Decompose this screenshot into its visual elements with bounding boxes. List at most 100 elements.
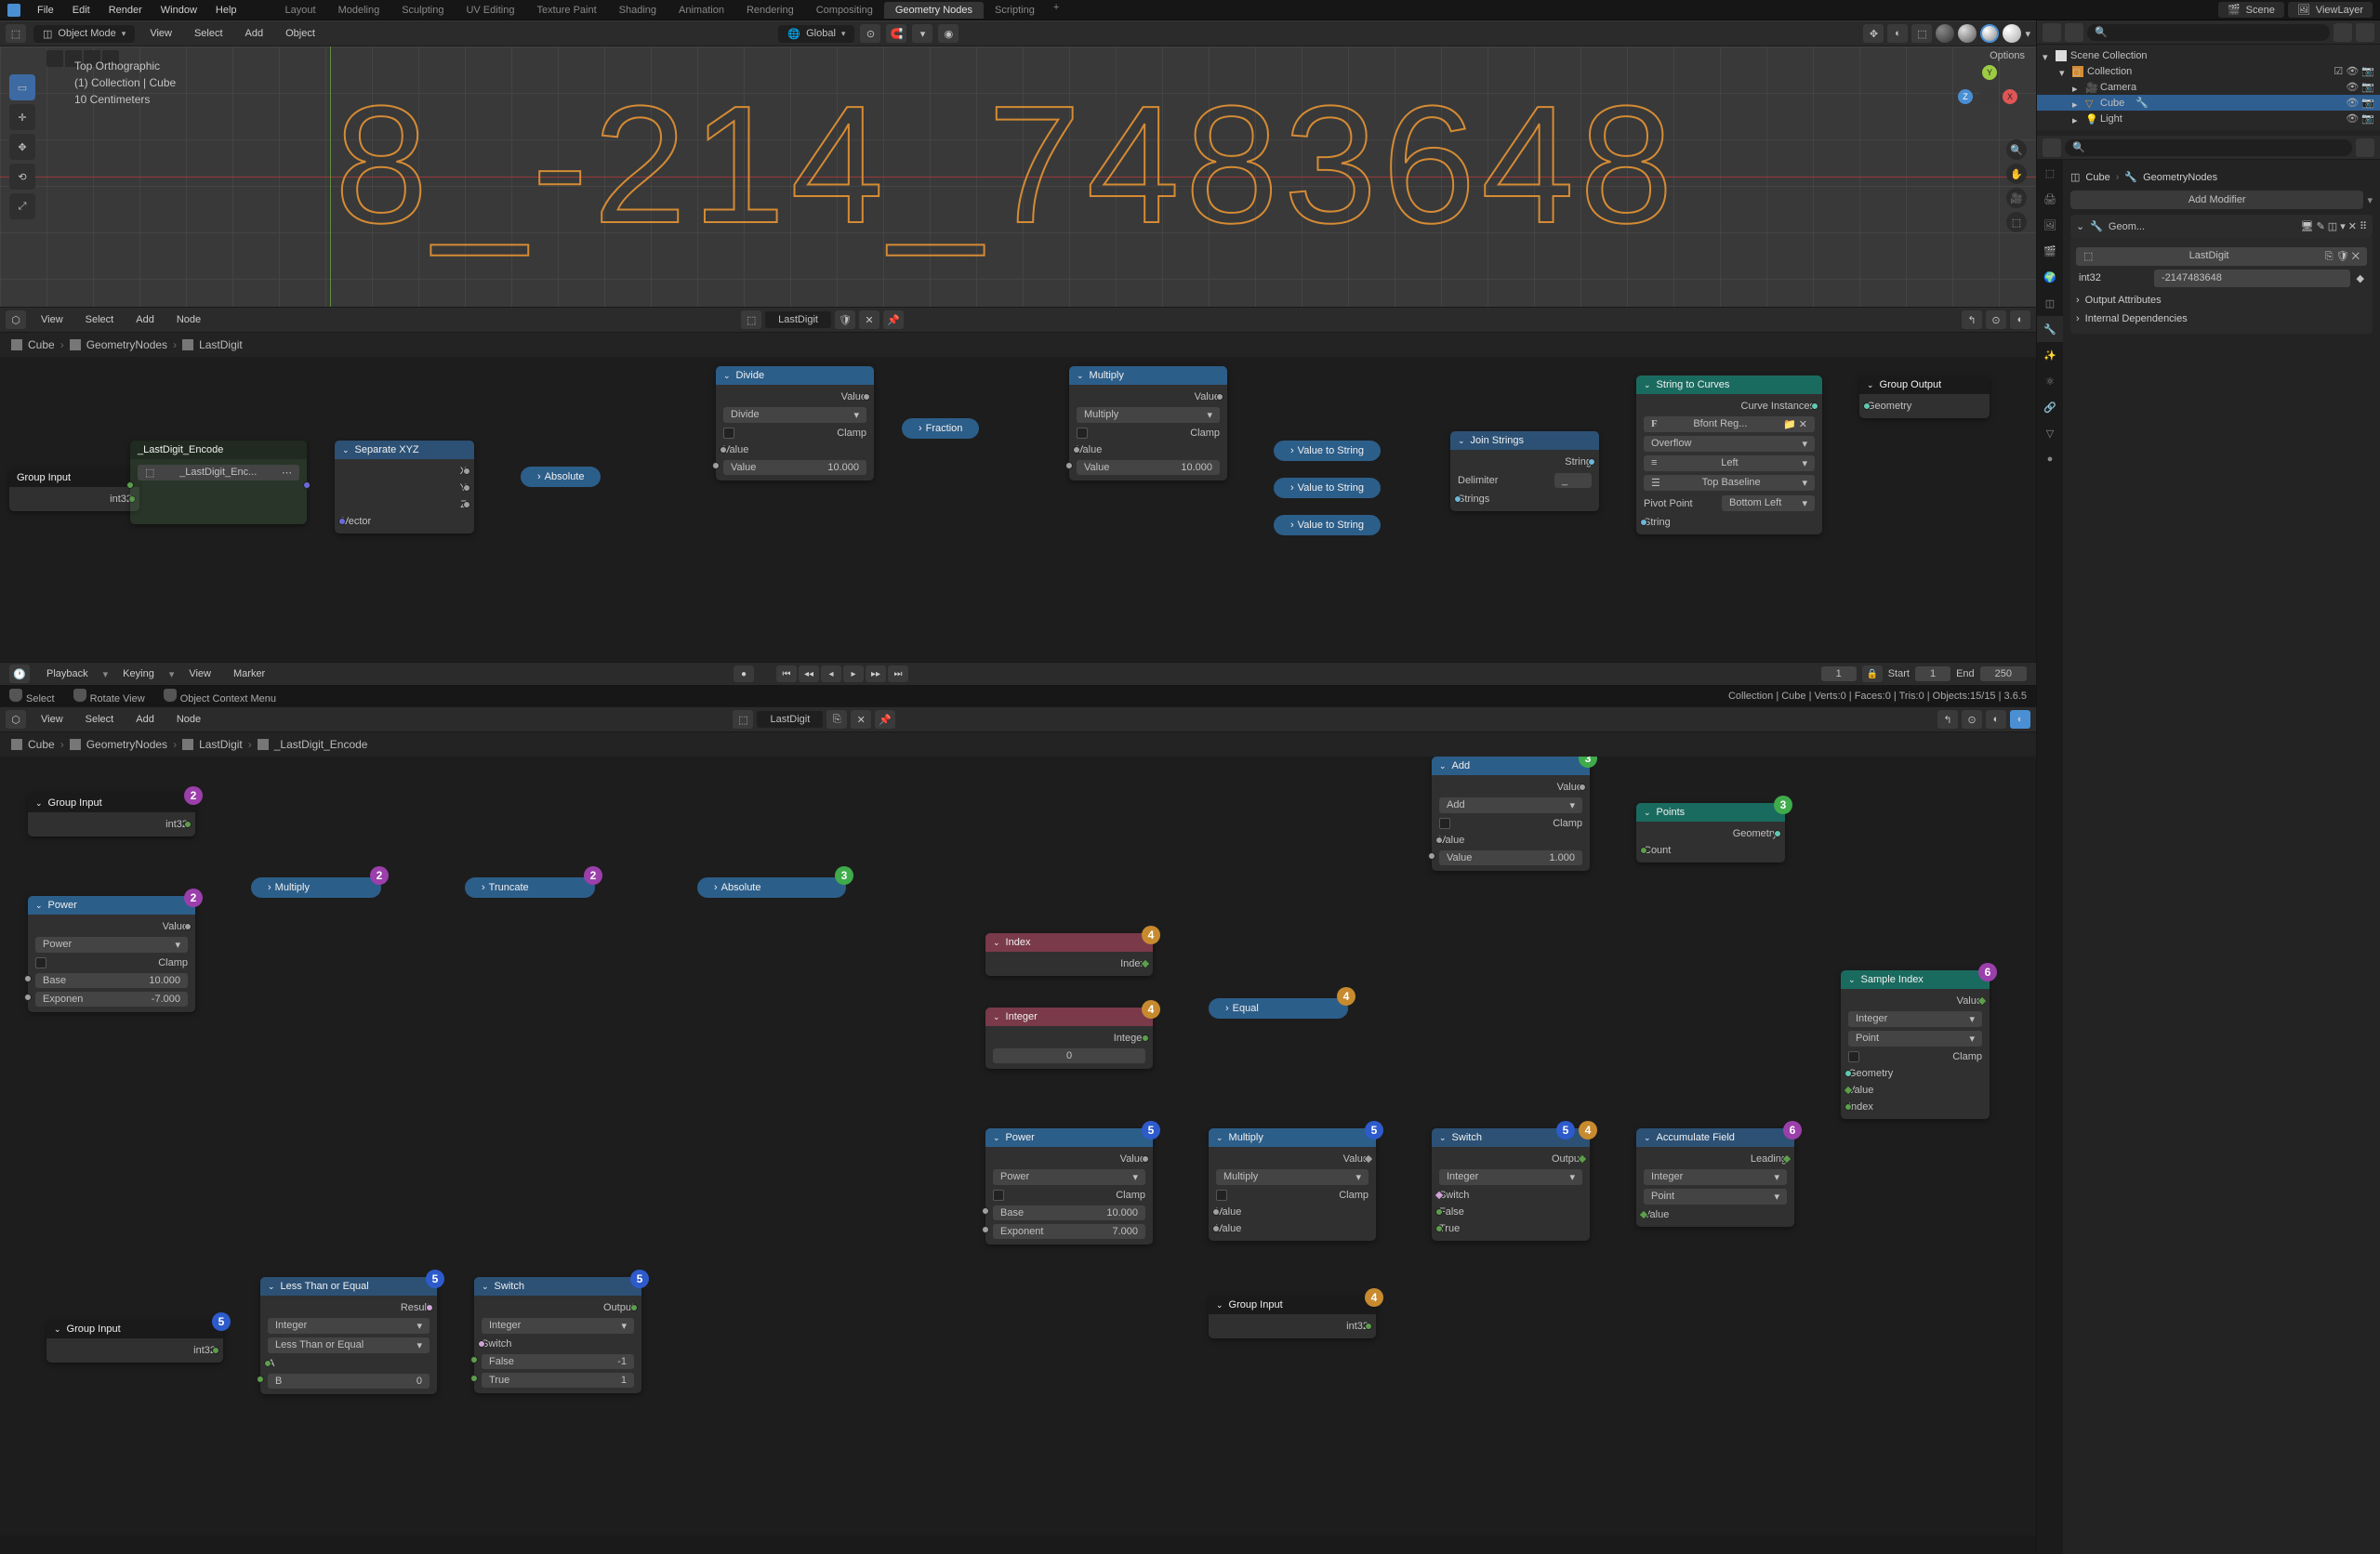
ws-shading[interactable]: Shading [608,2,668,19]
editor-type-icon[interactable]: ⬚ [6,24,26,43]
parent-icon[interactable]: ↰ [1962,310,1982,329]
tree-type-icon[interactable]: ⬚ [733,710,753,729]
node-canvas-bottom[interactable]: ⌄Group Input int32 2 ⌄Power Value Power▾… [0,757,2036,1535]
ws-scripting[interactable]: Scripting [984,2,1046,19]
tl-view[interactable]: View [181,668,218,679]
tab-physics[interactable]: ⚛ [2037,368,2063,394]
menu-help[interactable]: Help [206,5,246,16]
tab-object[interactable]: ◫ [2037,290,2063,316]
node-sample-index[interactable]: ⌄Sample Index Value Integer▾ Point▾ Clam… [1841,970,1990,1119]
ws-texpaint[interactable]: Texture Paint [525,2,607,19]
lock-range-icon[interactable]: 🔒 [1862,665,1883,682]
pan-icon[interactable]: ✋ [2006,164,2027,184]
prop-edit-icon[interactable]: ◉ [938,24,959,43]
node-group-input-3[interactable]: ⌄Group Input int32 4 [1209,1296,1376,1338]
play-icon[interactable]: ▸ [843,665,864,682]
node-divide[interactable]: ⌄Divide Value Divide▾ Clamp Value Value1… [716,366,874,481]
close-icon[interactable]: ✕ [2348,220,2357,232]
node-truncate-pill[interactable]: › Truncate 2 [465,877,595,898]
ws-rendering[interactable]: Rendering [735,2,805,19]
blender-icon[interactable] [7,4,20,17]
node-group-input-1[interactable]: ⌄Group Input int32 2 [28,794,195,836]
editor-type-icon[interactable]: 🕐 [9,665,30,683]
node-multiply-pill[interactable]: › Multiply 2 [251,877,381,898]
jump-end-icon[interactable]: ⏭ [888,665,908,682]
node-vts2-pill[interactable]: › Value to String [1274,478,1381,498]
play-reverse-icon[interactable]: ◂ [821,665,841,682]
tool-move[interactable]: ✥ [9,134,35,160]
node-switch-4[interactable]: ⌄Switch Output Integer▾ Switch False Tru… [1432,1128,1590,1241]
extras-icon[interactable]: ⠿ [2360,220,2367,232]
zoom-icon[interactable]: 🔍 [2006,139,2027,160]
cage-icon[interactable]: ◫ [2328,220,2337,232]
camera-icon[interactable]: 🎥 [2006,188,2027,208]
ne-view[interactable]: View [33,314,71,325]
outliner-cube[interactable]: ▸ ▽ Cube 🔧 👁 📷 [2037,95,2380,111]
pivot-icon[interactable]: ⊙ [860,24,880,43]
pin-icon[interactable]: 📌 [875,710,895,729]
menu-render[interactable]: Render [99,5,152,16]
nav-gizmo[interactable]: Y X Z [1958,65,2017,125]
node-multiply-top[interactable]: ⌄Multiply Value Multiply▾ Clamp Value Va… [1069,366,1227,481]
start-frame[interactable]: 1 [1915,666,1950,681]
add-modifier-button[interactable]: Add Modifier [2070,191,2363,209]
prev-key-icon[interactable]: ◂◂ [799,665,819,682]
overlay-icon[interactable]: ◐ [1887,24,1908,43]
outliner-camera[interactable]: ▸ 🎥 Camera 👁 📷 [2037,79,2380,95]
xray-icon[interactable]: ⬚ [1911,24,1932,43]
shading-solid-icon[interactable] [1958,24,1977,43]
viewport-3d[interactable]: Top Orthographic (1) Collection | Cube 1… [0,46,2036,307]
menu-file[interactable]: File [28,5,63,16]
output-attributes-section[interactable]: ›Output Attributes [2076,291,2367,309]
ws-layout[interactable]: Layout [274,2,327,19]
attribute-toggle-icon[interactable]: ◆ [2354,270,2367,287]
copy-icon[interactable]: ⎘ [826,710,847,729]
vp-add[interactable]: Add [238,28,271,39]
perspective-icon[interactable]: ⬚ [2006,212,2027,232]
current-frame[interactable]: 1 [1821,666,1857,681]
node-group-input[interactable]: Group Input int32 [9,468,139,511]
axis-z-icon[interactable]: Z [1958,89,1973,104]
node-canvas-top[interactable]: Group Input int32 _LastDigit_Encode ⬚_La… [0,357,2036,662]
editmode-icon[interactable]: ✎ [2317,220,2325,232]
tree-type-icon[interactable]: ⬚ [741,310,761,329]
tl-playback[interactable]: Playback [39,668,96,679]
menu-edit[interactable]: Edit [63,5,99,16]
editor-type-icon[interactable] [2043,23,2061,42]
tab-data[interactable]: ▽ [2037,420,2063,446]
node-fraction-pill[interactable]: › Fraction [902,418,979,439]
tree-name-field[interactable]: LastDigit [757,711,823,728]
tab-material[interactable]: ● [2037,446,2063,472]
shading-dropdown-icon[interactable]: ▾ [2025,28,2030,40]
node-separate-xyz[interactable]: ⌄Separate XYZ X Y Z Vector [335,441,474,533]
tab-viewlayer[interactable]: 🖼 [2037,212,2063,238]
ne-add[interactable]: Add [128,314,162,325]
tab-scene[interactable]: 🎬 [2037,238,2063,264]
options-popover[interactable]: Options [1990,50,2025,61]
camera-icon[interactable]: 📷 [2361,82,2374,93]
node-index[interactable]: ⌄Index Index 4 [985,933,1153,976]
outliner-collection[interactable]: ▾ ◻ Collection ☑ 👁 📷 [2037,63,2380,79]
pin-icon[interactable]: 📌 [883,310,904,329]
tab-constraints[interactable]: 🔗 [2037,394,2063,420]
bc-tree[interactable]: LastDigit [199,338,243,351]
mode-dropdown[interactable]: ◫ Object Mode ▾ [33,25,135,43]
tab-output[interactable]: 🖨 [2037,186,2063,212]
tree-name-field[interactable]: LastDigit [765,311,831,328]
ne-select[interactable]: Select [78,314,122,325]
camera-icon[interactable]: 📷 [2361,98,2374,109]
node-switch-5[interactable]: ⌄Switch Output Integer▾ Switch False-1 T… [474,1277,641,1393]
node-multiply-2[interactable]: ⌄Multiply Value Multiply▾ Clamp Value Va… [1209,1128,1376,1241]
unlink-icon[interactable]: ✕ [851,710,871,729]
eye-icon[interactable]: 👁 [2346,66,2359,77]
group-field[interactable]: ⬚_LastDigit_Enc...⋯ [138,465,299,481]
tool-select-box[interactable]: ▭ [9,74,35,100]
snap-type-icon[interactable]: ▾ [912,24,932,43]
tool-rotate[interactable]: ⟲ [9,164,35,190]
camera-icon[interactable]: 📷 [2361,113,2374,125]
vp-object[interactable]: Object [278,28,323,39]
eye-icon[interactable]: 👁 [2346,98,2359,109]
editor-type-icon[interactable] [2043,138,2061,157]
jump-start-icon[interactable]: ⏮ [776,665,797,682]
editor-type-icon[interactable]: ⬡ [6,710,26,729]
